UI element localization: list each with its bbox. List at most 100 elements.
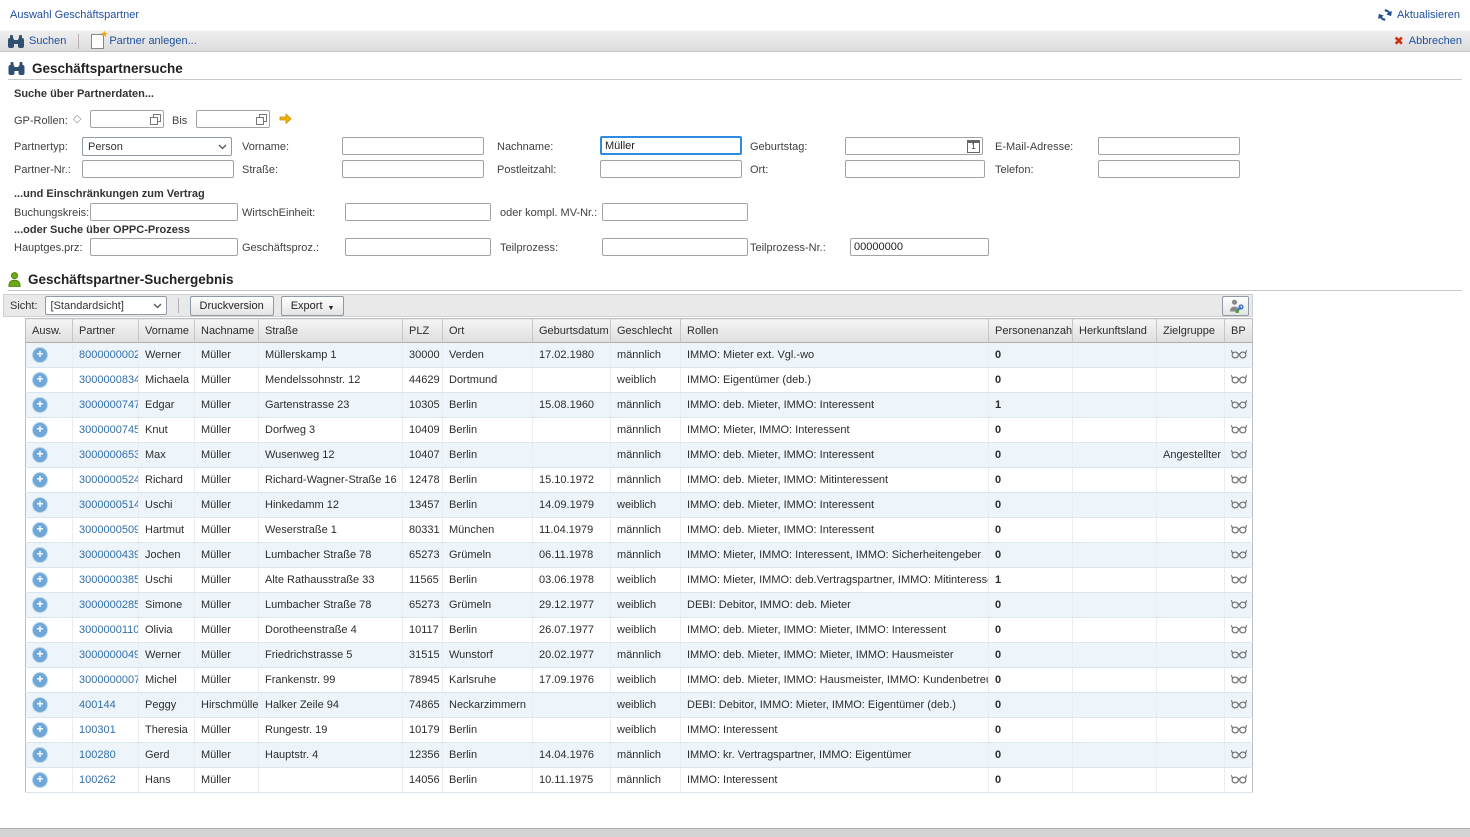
partner-link[interactable]: 3000000285 (79, 599, 139, 611)
bp-display-button[interactable] (1231, 525, 1247, 537)
expand-row-button[interactable]: + (32, 497, 48, 513)
expand-row-button[interactable]: + (32, 647, 48, 663)
nachname-field[interactable] (600, 136, 742, 155)
expand-row-button[interactable]: + (32, 597, 48, 613)
bp-display-button[interactable] (1231, 725, 1247, 737)
partner-link[interactable]: 3000000049 (79, 649, 139, 661)
multi-value-icon[interactable] (150, 114, 161, 125)
create-partner-button[interactable]: Partner anlegen... (91, 34, 196, 49)
column-header-zielgruppe[interactable]: Zielgruppe (1157, 319, 1225, 343)
bp-display-button[interactable] (1231, 600, 1247, 612)
expand-row-button[interactable]: + (32, 447, 48, 463)
column-header-bp[interactable]: BP (1225, 319, 1253, 343)
expand-row-button[interactable]: + (32, 672, 48, 688)
partner-link[interactable]: 100280 (79, 749, 116, 761)
print-version-button[interactable]: Druckversion (190, 296, 274, 316)
column-header-herkunftsland[interactable]: Herkunftsland (1073, 319, 1157, 343)
bp-display-button[interactable] (1231, 575, 1247, 587)
expand-row-button[interactable]: + (32, 347, 48, 363)
expand-row-button[interactable]: + (32, 772, 48, 788)
refresh-button[interactable]: Aktualisieren (1378, 8, 1460, 22)
bp-display-button[interactable] (1231, 675, 1247, 687)
geschaeftsproz-field[interactable] (345, 238, 491, 256)
column-header-geschlecht[interactable]: Geschlecht (611, 319, 681, 343)
expand-row-button[interactable]: + (32, 622, 48, 638)
buchungskreis-field[interactable] (90, 203, 238, 221)
expand-row-button[interactable]: + (32, 747, 48, 763)
calendar-icon[interactable]: 1 (967, 140, 980, 153)
column-header-partner[interactable]: Partner (73, 319, 139, 343)
partnertyp-select[interactable]: Person (82, 137, 232, 156)
breadcrumb[interactable]: Auswahl Geschäftspartner (10, 9, 139, 21)
geburtstag-field[interactable]: 1 (845, 137, 983, 155)
column-header-ausw[interactable]: Ausw. (26, 319, 73, 343)
multi-value-icon[interactable] (256, 114, 267, 125)
search-button[interactable]: Suchen (8, 35, 66, 48)
column-header-personenanzahl[interactable]: Personenanzahl (989, 319, 1073, 343)
partner-link[interactable]: 3000000385 (79, 574, 139, 586)
email-field[interactable] (1098, 137, 1240, 155)
partner-link[interactable]: 3000000524 (79, 474, 139, 486)
partner-link[interactable]: 3000000745 (79, 424, 139, 436)
expand-row-button[interactable]: + (32, 522, 48, 538)
bp-display-button[interactable] (1231, 400, 1247, 412)
table-settings-button[interactable] (1222, 296, 1249, 316)
strasse-field[interactable] (342, 160, 484, 178)
cancel-button[interactable]: ✖ Abbrechen (1394, 35, 1462, 47)
column-header-plz[interactable]: PLZ (403, 319, 443, 343)
sicht-select[interactable]: [Standardsicht] (45, 296, 167, 315)
partner-link[interactable]: 400144 (79, 699, 116, 711)
bp-display-button[interactable] (1231, 775, 1247, 787)
bp-display-button[interactable] (1231, 625, 1247, 637)
expand-row-button[interactable]: + (32, 397, 48, 413)
teilprozessnr-field[interactable] (850, 238, 989, 256)
bp-display-button[interactable] (1231, 750, 1247, 762)
partner-link[interactable]: 3000000509 (79, 524, 139, 536)
partner-link[interactable]: 100301 (79, 724, 116, 736)
bp-display-button[interactable] (1231, 450, 1247, 462)
partner-link[interactable]: 3000000514 (79, 499, 139, 511)
partnernr-field[interactable] (82, 160, 234, 178)
partner-link[interactable]: 3000000439 (79, 549, 139, 561)
bp-display-button[interactable] (1231, 650, 1247, 662)
apply-arrow-icon[interactable] (279, 113, 292, 125)
export-button[interactable]: Export ▼ (281, 296, 345, 316)
partner-link[interactable]: 3000000747 (79, 399, 139, 411)
bp-display-button[interactable] (1231, 550, 1247, 562)
expand-row-button[interactable]: + (32, 722, 48, 738)
partner-link[interactable]: 100262 (79, 774, 116, 786)
column-header-strasse[interactable]: Straße (259, 319, 403, 343)
partner-link[interactable]: 3000000007 (79, 674, 139, 686)
vorname-field[interactable] (342, 137, 484, 155)
bp-display-button[interactable] (1231, 500, 1247, 512)
expand-row-button[interactable]: + (32, 372, 48, 388)
hauptgesprz-field[interactable] (90, 238, 238, 256)
ort-field[interactable] (845, 160, 985, 178)
partner-link[interactable]: 3000000834 (79, 374, 139, 386)
wirtscheinheit-field[interactable] (345, 203, 491, 221)
telefon-field[interactable] (1098, 160, 1240, 178)
expand-row-button[interactable]: + (32, 422, 48, 438)
column-header-nachname[interactable]: Nachname (195, 319, 259, 343)
mvnr-field[interactable] (602, 203, 748, 221)
gp-rollen-to-field[interactable] (196, 110, 270, 128)
bp-display-button[interactable] (1231, 700, 1247, 712)
bp-display-button[interactable] (1231, 425, 1247, 437)
column-header-rollen[interactable]: Rollen (681, 319, 989, 343)
expand-row-button[interactable]: + (32, 572, 48, 588)
gp-rollen-from-field[interactable] (90, 110, 164, 128)
partner-link[interactable]: 3000000110 (79, 624, 139, 636)
bp-display-button[interactable] (1231, 350, 1247, 362)
partner-link[interactable]: 8000000002 (79, 349, 139, 361)
expand-row-button[interactable]: + (32, 697, 48, 713)
bp-display-button[interactable] (1231, 375, 1247, 387)
bp-display-button[interactable] (1231, 475, 1247, 487)
column-header-ort[interactable]: Ort (443, 319, 533, 343)
column-header-geburtsdatum[interactable]: Geburtsdatum (533, 319, 611, 343)
expand-row-button[interactable]: + (32, 472, 48, 488)
expand-row-button[interactable]: + (32, 547, 48, 563)
postleitzahl-field[interactable] (600, 160, 742, 178)
column-header-vorname[interactable]: Vorname (139, 319, 195, 343)
bottom-scrollbar-track[interactable] (0, 828, 1470, 837)
partner-link[interactable]: 3000000653 (79, 449, 139, 461)
